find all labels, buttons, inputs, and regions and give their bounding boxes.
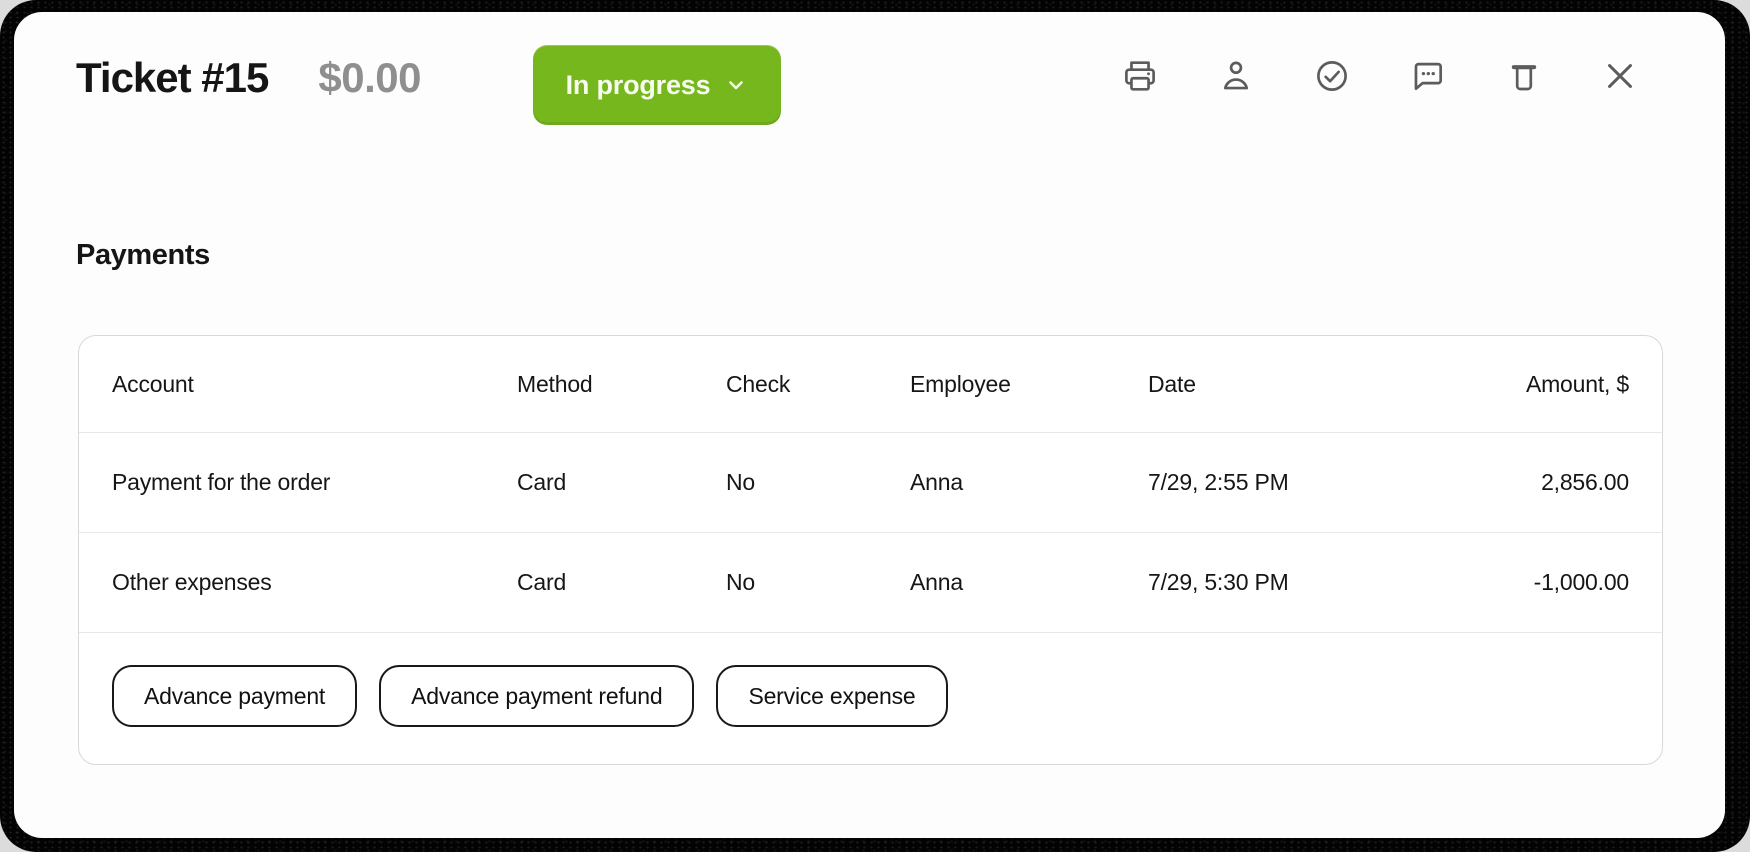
cell-amount: -1,000.00 bbox=[1533, 569, 1630, 595]
cell-employee: Anna bbox=[910, 469, 963, 495]
col-header-check: Check bbox=[726, 370, 791, 397]
col-header-account: Account bbox=[112, 370, 194, 397]
advance-payment-button[interactable]: Advance payment bbox=[112, 665, 358, 727]
ticket-modal: Ticket #15 $0.00 In progress Payments Ac… bbox=[14, 12, 1725, 838]
cell-employee: Anna bbox=[910, 569, 963, 595]
cell-check: No bbox=[726, 469, 756, 495]
trash-icon[interactable] bbox=[1505, 57, 1543, 95]
modal-header: Ticket #15 $0.00 bbox=[76, 52, 421, 104]
status-dropdown-button[interactable]: In progress bbox=[533, 45, 781, 125]
chevron-down-icon bbox=[729, 81, 744, 90]
screenshot: Ticket #15 $0.00 In progress Payments Ac… bbox=[0, 0, 1750, 852]
check-circle-icon[interactable] bbox=[1313, 57, 1351, 95]
service-expense-button[interactable]: Service expense bbox=[716, 665, 948, 727]
printer-icon[interactable] bbox=[1121, 57, 1159, 95]
col-header-amount: Amount, $ bbox=[1525, 370, 1629, 397]
status-label: In progress bbox=[565, 69, 711, 100]
ticket-title: Ticket #15 bbox=[76, 54, 269, 101]
advance-payment-refund-button[interactable]: Advance payment refund bbox=[379, 665, 695, 727]
toolbar bbox=[1121, 57, 1639, 95]
comment-icon[interactable] bbox=[1409, 57, 1447, 95]
cell-method: Card bbox=[517, 569, 567, 595]
cell-account: Payment for the order bbox=[112, 469, 331, 495]
cell-account: Other expenses bbox=[112, 569, 272, 595]
cell-amount: 2,856.00 bbox=[1541, 469, 1629, 495]
col-header-method: Method bbox=[517, 370, 593, 397]
payments-heading: Payments bbox=[76, 239, 210, 271]
col-header-date: Date bbox=[1148, 370, 1196, 397]
table-header-row: Account Method Check Employee Date Amoun… bbox=[79, 336, 1662, 433]
user-icon[interactable] bbox=[1217, 57, 1255, 95]
cell-method: Card bbox=[517, 469, 567, 495]
cell-date: 7/29, 5:30 PM bbox=[1148, 569, 1289, 595]
col-header-employee: Employee bbox=[910, 370, 1011, 397]
table-row[interactable]: Other expenses Card No Anna 7/29, 5:30 P… bbox=[79, 533, 1662, 633]
cell-check: No bbox=[726, 569, 756, 595]
cell-date: 7/29, 2:55 PM bbox=[1148, 469, 1289, 495]
ticket-total: $0.00 bbox=[318, 54, 421, 101]
payments-table: Account Method Check Employee Date Amoun… bbox=[78, 335, 1663, 765]
close-icon[interactable] bbox=[1601, 57, 1639, 95]
table-row[interactable]: Payment for the order Card No Anna 7/29,… bbox=[79, 433, 1662, 533]
table-actions: Advance payment Advance payment refund S… bbox=[79, 633, 1662, 727]
